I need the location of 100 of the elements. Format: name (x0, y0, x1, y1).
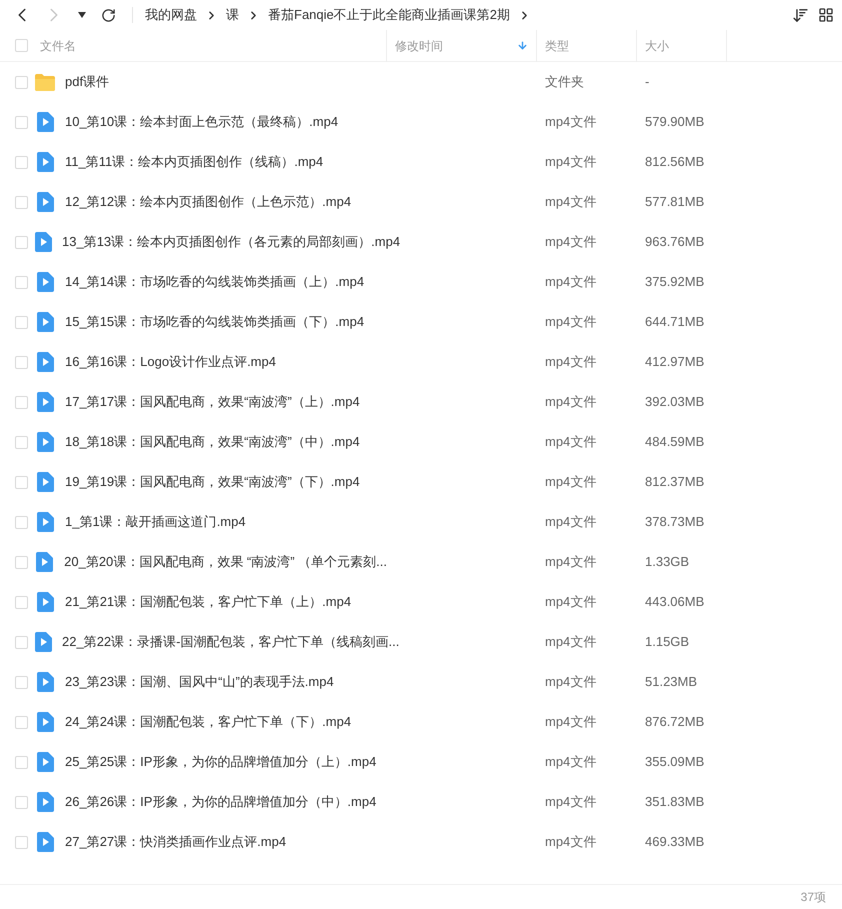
file-row[interactable]: 1_第1课：敲开插画这道门.mp4 mp4文件 378.73MB (0, 502, 842, 542)
file-row[interactable]: 19_第19课：国风配电商，效果“南波湾”（下）.mp4 mp4文件 812.37MB (0, 462, 842, 502)
video-file-icon (36, 712, 54, 732)
file-row[interactable]: 15_第15课：市场吃香的勾线装饰类插画（下）.mp4 mp4文件 644.71MB (0, 302, 842, 342)
file-size: 876.72MB (644, 713, 706, 732)
row-checkbox[interactable] (14, 716, 28, 728)
file-row[interactable]: 20_第20课：国风配电商，效果 “南波湾” （单个元素刻... mp4文件 1.33GB (0, 542, 842, 582)
file-name: 24_第24课：国潮配包装，客户忙下单（下）.mp4 (65, 713, 352, 732)
file-row[interactable]: 10_第10课：绘本封面上色示范（最终稿）.mp4 mp4文件 579.90MB (0, 102, 842, 142)
row-checkbox[interactable] (14, 236, 28, 248)
file-name: pdf课件 (65, 73, 110, 92)
file-row[interactable]: 14_第14课：市场吃香的勾线装饰类插画（上）.mp4 mp4文件 375.92MB (0, 262, 842, 302)
row-checkbox[interactable] (14, 316, 28, 328)
file-row[interactable]: 18_第18课：国风配电商，效果“南波湾”（中）.mp4 mp4文件 484.59MB (0, 422, 842, 462)
video-file-icon (35, 632, 52, 652)
row-checkbox[interactable] (14, 396, 28, 408)
video-file-icon (36, 592, 54, 612)
row-checkbox[interactable] (14, 156, 28, 168)
breadcrumb-link[interactable]: 我的网盘 (145, 5, 197, 25)
file-size: 577.81MB (644, 193, 706, 212)
sort-descending-icon (517, 40, 528, 51)
file-size: 469.33MB (644, 833, 706, 852)
caret-icon (78, 12, 86, 18)
row-checkbox[interactable] (14, 556, 28, 568)
file-size: 963.76MB (644, 233, 706, 252)
file-row[interactable]: 27_第27课：快消类插画作业点评.mp4 mp4文件 469.33MB (0, 822, 842, 862)
item-count: 37项 (800, 889, 826, 906)
row-checkbox[interactable] (14, 796, 28, 808)
file-type: mp4文件 (544, 433, 598, 452)
file-size: 812.56MB (644, 153, 706, 172)
file-row[interactable]: 25_第25课：IP形象，为你的品牌增值加分（上）.mp4 mp4文件 355.09MB (0, 742, 842, 782)
file-size: 378.73MB (644, 513, 706, 532)
file-type: mp4文件 (544, 793, 598, 812)
file-type: mp4文件 (544, 673, 598, 692)
file-name: 13_第13课：绘本内页插图创作（各元素的局部刻画）.mp4 (62, 233, 400, 252)
file-name: 18_第18课：国风配电商，效果“南波湾”（中）.mp4 (65, 433, 360, 452)
video-file-icon (36, 192, 54, 212)
file-size: - (644, 73, 650, 92)
row-checkbox[interactable] (14, 676, 28, 688)
file-row[interactable]: 23_第23课：国潮、国风中“山”的表现手法.mp4 mp4文件 51.23MB (0, 662, 842, 702)
row-checkbox[interactable] (14, 596, 28, 608)
file-row[interactable]: 12_第12课：绘本内页插图创作（上色示范）.mp4 mp4文件 577.81MB (0, 182, 842, 222)
file-type: mp4文件 (544, 553, 598, 572)
file-type: mp4文件 (544, 633, 598, 652)
file-name: 16_第16课：Logo设计作业点评.mp4 (65, 353, 276, 372)
file-row[interactable]: 11_第11课：绘本内页插图创作（线稿）.mp4 mp4文件 812.56MB (0, 142, 842, 182)
row-checkbox[interactable] (14, 116, 28, 128)
file-row[interactable]: 22_第22课：录播课-国潮配包装，客户忙下单（线稿刻画... mp4文件 1.15GB (0, 622, 842, 662)
file-row[interactable]: 21_第21课：国潮配包装，客户忙下单（上）.mp4 mp4文件 443.06MB (0, 582, 842, 622)
file-name: 19_第19课：国风配电商，效果“南波湾”（下）.mp4 (65, 473, 360, 492)
row-checkbox[interactable] (14, 836, 28, 848)
file-name: 27_第27课：快消类插画作业点评.mp4 (65, 833, 286, 852)
file-name: 15_第15课：市场吃香的勾线装饰类插画（下）.mp4 (65, 313, 364, 332)
row-checkbox[interactable] (14, 636, 28, 648)
video-file-icon (36, 432, 54, 452)
breadcrumb-link[interactable]: 课 (226, 5, 239, 25)
row-checkbox[interactable] (14, 196, 28, 208)
file-name: 10_第10课：绘本封面上色示范（最终稿）.mp4 (65, 113, 338, 132)
file-name: 17_第17课：国风配电商，效果“南波湾”（上）.mp4 (65, 393, 360, 412)
file-name: 11_第11课：绘本内页插图创作（线稿）.mp4 (65, 153, 324, 172)
file-row[interactable]: pdf课件 文件夹 - (0, 62, 842, 102)
file-type: mp4文件 (544, 713, 598, 732)
row-checkbox[interactable] (14, 356, 28, 368)
file-name: 26_第26课：IP形象，为你的品牌增值加分（中）.mp4 (65, 793, 376, 812)
file-type: mp4文件 (544, 833, 598, 852)
file-row[interactable]: 17_第17课：国风配电商，效果“南波湾”（上）.mp4 mp4文件 392.03MB (0, 382, 842, 422)
folder-icon (35, 74, 55, 90)
file-size: 579.90MB (644, 113, 706, 132)
file-type: 文件夹 (544, 73, 585, 92)
file-type: mp4文件 (544, 593, 598, 612)
file-size: 375.92MB (644, 273, 706, 292)
video-file-icon (36, 272, 54, 292)
row-checkbox[interactable] (14, 476, 28, 488)
breadcrumb-link[interactable]: 番茄Fanqie不止于此全能商业插画课第2期 (268, 5, 510, 25)
sort-icon (792, 6, 808, 24)
file-row[interactable]: 26_第26课：IP形象，为你的品牌增值加分（中）.mp4 mp4文件 351.83MB (0, 782, 842, 822)
file-row[interactable]: 24_第24课：国潮配包装，客户忙下单（下）.mp4 mp4文件 876.72MB (0, 702, 842, 742)
row-checkbox[interactable] (14, 516, 28, 528)
grid-icon (818, 7, 834, 23)
file-name: 22_第22课：录播课-国潮配包装，客户忙下单（线稿刻画... (62, 633, 400, 652)
video-file-icon (36, 352, 54, 372)
video-file-icon (36, 472, 54, 492)
file-name: 14_第14课：市场吃香的勾线装饰类插画（上）.mp4 (65, 273, 364, 292)
file-size: 484.59MB (644, 433, 706, 452)
video-file-icon (36, 552, 54, 572)
file-size: 351.83MB (644, 793, 706, 812)
select-all-checkbox[interactable] (14, 39, 28, 52)
row-checkbox[interactable] (14, 756, 28, 768)
file-name: 23_第23课：国潮、国风中“山”的表现手法.mp4 (65, 673, 334, 692)
file-size: 1.33GB (644, 553, 690, 572)
row-checkbox[interactable] (14, 276, 28, 288)
file-type: mp4文件 (544, 153, 598, 172)
file-row[interactable]: 13_第13课：绘本内页插图创作（各元素的局部刻画）.mp4 mp4文件 963.76MB (0, 222, 842, 262)
video-file-icon (36, 672, 54, 692)
file-row[interactable]: 16_第16课：Logo设计作业点评.mp4 mp4文件 412.97MB (0, 342, 842, 382)
row-checkbox[interactable] (14, 436, 28, 448)
file-size: 812.37MB (644, 473, 706, 492)
row-checkbox[interactable] (14, 76, 28, 88)
refresh-icon (100, 8, 116, 22)
video-file-icon (35, 232, 52, 252)
